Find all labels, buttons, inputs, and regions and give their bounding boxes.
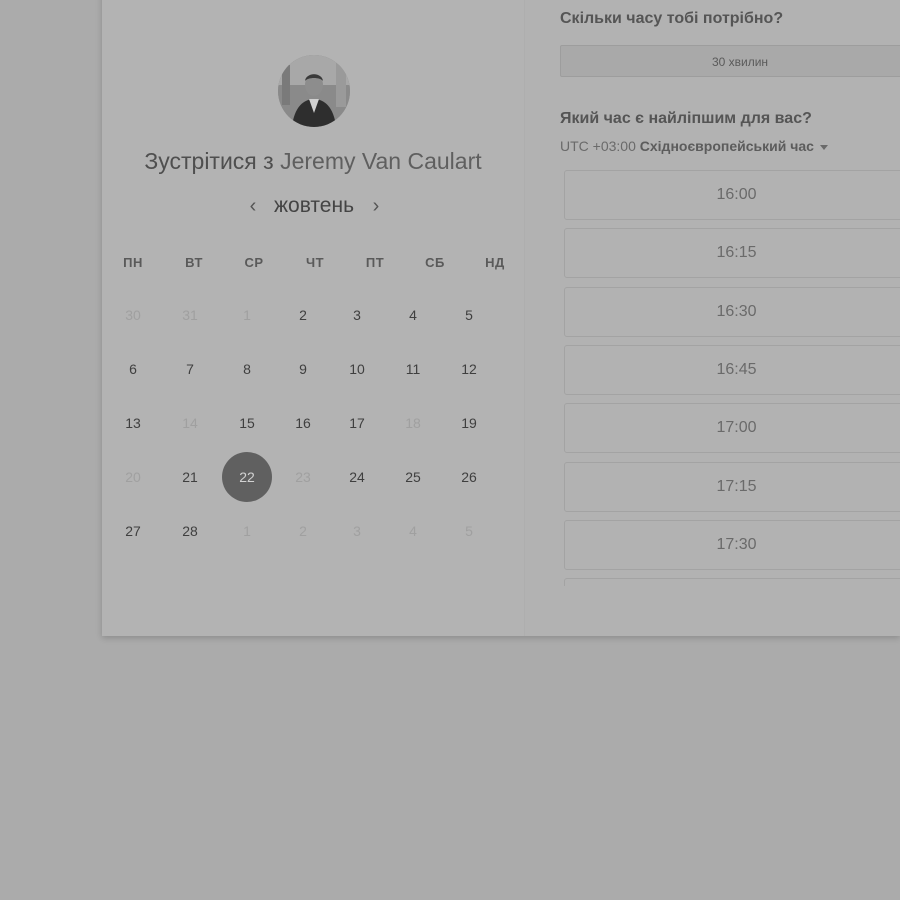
calendar-day: 1 xyxy=(243,523,251,539)
time-question: Який час є найліпшим для вас? xyxy=(560,110,812,127)
weekday-header: ПН xyxy=(123,255,143,270)
calendar-day[interactable]: 26 xyxy=(444,452,494,502)
calendar-day[interactable]: 25 xyxy=(388,452,438,502)
time-slot-button[interactable]: 16:00 xyxy=(564,170,900,220)
time-selection-panel: Скільки часу тобі потрібно? 30 хвилин Як… xyxy=(524,0,900,636)
calendar-day[interactable]: 8 xyxy=(222,344,272,394)
calendar-day[interactable]: 28 xyxy=(165,506,215,556)
calendar-day: 2 xyxy=(299,523,307,539)
booking-card: Зустрітися з Jeremy Van Caulart ‹ жовтен… xyxy=(102,0,900,636)
weekday-header: ВТ xyxy=(185,255,203,270)
weekday-header: СР xyxy=(244,255,264,270)
calendar-day[interactable]: 2 xyxy=(278,290,328,340)
calendar-day: 30 xyxy=(125,307,141,323)
time-slot-button[interactable]: 16:15 xyxy=(564,228,900,279)
weekday-header: ПТ xyxy=(365,255,385,270)
calendar-day: 4 xyxy=(409,523,417,539)
calendar-day[interactable]: 27 xyxy=(108,506,158,556)
calendar-day[interactable]: 12 xyxy=(444,344,494,394)
time-slot-button[interactable]: 17:30 xyxy=(564,519,900,570)
calendar-day[interactable]: 10 xyxy=(332,344,382,394)
time-slot-button[interactable] xyxy=(564,578,900,586)
calendar-day: 18 xyxy=(405,415,421,431)
calendar-day[interactable]: 5 xyxy=(444,290,494,340)
weekday-header: НД xyxy=(485,255,505,270)
calendar-day[interactable]: 7 xyxy=(165,344,215,394)
timezone-offset: UTC +03:00 xyxy=(560,138,636,154)
calendar-day[interactable]: 3 xyxy=(332,290,382,340)
calendar-grid: ПН ВТ СР ЧТ ПТ СБ НД 30 31 1 2 3 4 5 6 7 8 9 10 11 12 13 14 15 1… xyxy=(102,0,524,636)
calendar-day: 14 xyxy=(182,415,198,431)
calendar-day: 31 xyxy=(182,307,198,323)
calendar-day[interactable]: 9 xyxy=(278,344,328,394)
host-calendar-panel: Зустрітися з Jeremy Van Caulart ‹ жовтен… xyxy=(102,0,524,636)
calendar-day-selected[interactable]: 22 xyxy=(222,452,272,502)
time-slot-button[interactable]: 17:15 xyxy=(564,461,900,512)
time-slot-button[interactable]: 17:00 xyxy=(564,403,900,454)
time-slot-button[interactable]: 16:45 xyxy=(564,344,900,395)
timezone-selector[interactable]: UTC +03:00 Східноєвропейський час xyxy=(560,138,828,154)
calendar-day: 20 xyxy=(125,469,141,485)
timezone-name: Східноєвропейський час xyxy=(639,138,814,154)
calendar-day: 1 xyxy=(243,307,251,323)
calendar-day[interactable]: 24 xyxy=(332,452,382,502)
calendar-day[interactable]: 4 xyxy=(388,290,438,340)
calendar-day[interactable]: 21 xyxy=(165,452,215,502)
calendar-day[interactable]: 13 xyxy=(108,398,158,448)
weekday-header: ЧТ xyxy=(305,255,325,270)
calendar-day: 3 xyxy=(353,523,361,539)
caret-down-icon xyxy=(819,144,828,150)
time-slot-list[interactable]: 16:00 16:15 16:30 16:45 17:00 17:15 17:30 xyxy=(525,170,900,586)
calendar-day[interactable]: 17 xyxy=(332,398,382,448)
calendar-day[interactable]: 19 xyxy=(444,398,494,448)
weekday-header: СБ xyxy=(425,255,445,270)
calendar-day[interactable]: 15 xyxy=(222,398,272,448)
calendar-day: 23 xyxy=(295,469,311,485)
calendar-day[interactable]: 16 xyxy=(278,398,328,448)
duration-option-button[interactable]: 30 хвилин xyxy=(560,45,900,77)
calendar-day: 5 xyxy=(465,523,473,539)
duration-question: Скільки часу тобі потрібно? xyxy=(560,10,784,27)
calendar-day[interactable]: 11 xyxy=(388,344,438,394)
time-slot-button[interactable]: 16:30 xyxy=(564,286,900,337)
calendar-day[interactable]: 6 xyxy=(108,344,158,394)
